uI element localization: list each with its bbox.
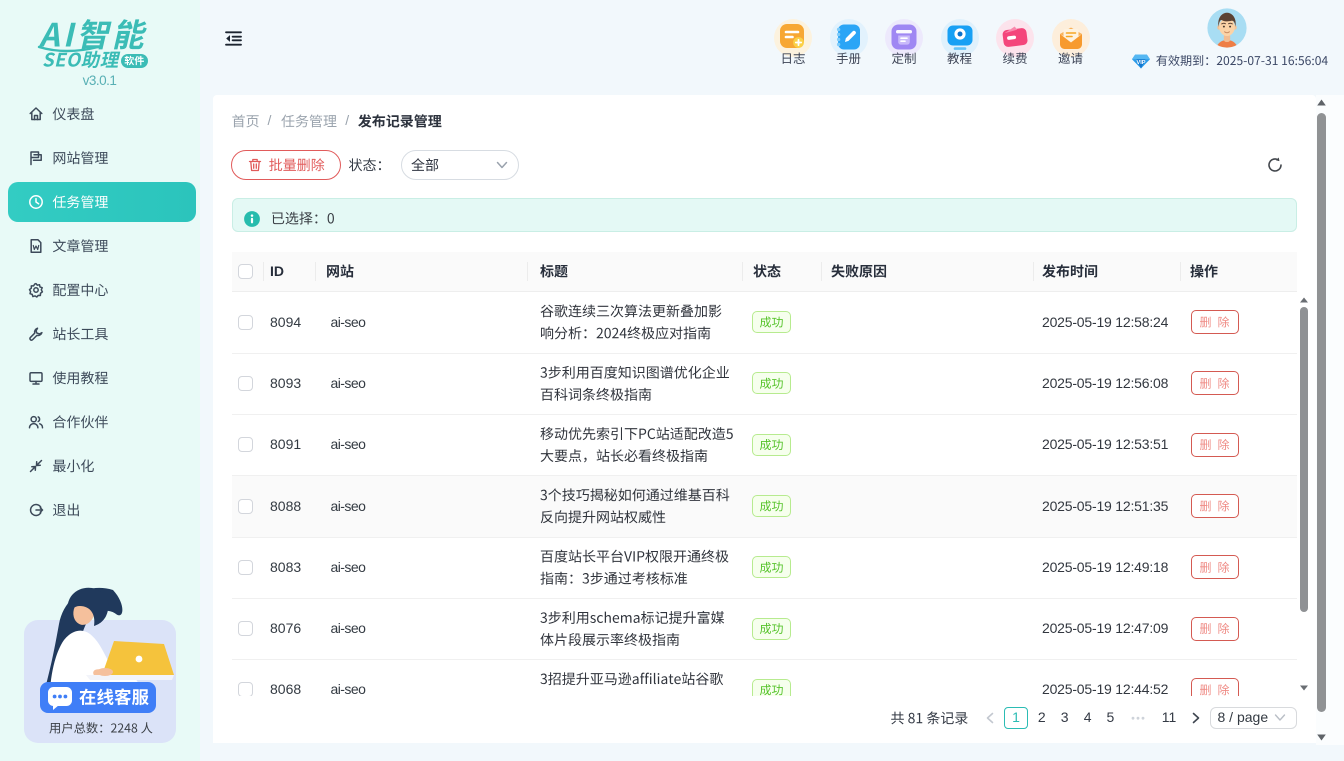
svg-text:VIP: VIP (1136, 60, 1145, 66)
